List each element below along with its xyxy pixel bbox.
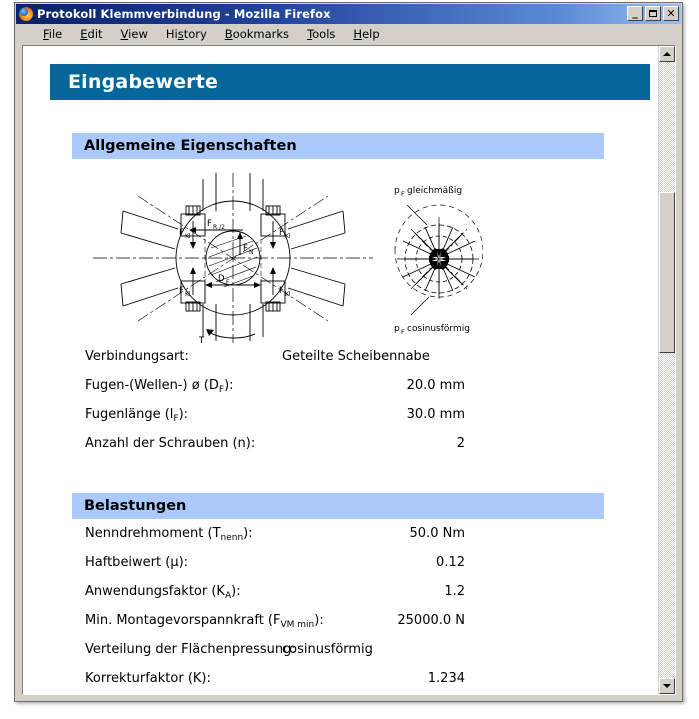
svg-text:p: p bbox=[394, 324, 400, 334]
firefox-window: Protokoll Klemmverbindung - Mozilla Fire… bbox=[14, 2, 683, 702]
allgemeine-eigenschaften-rows: Verbindungsart: Geteilte Scheibennabe Fu… bbox=[85, 349, 505, 465]
svg-text:p: p bbox=[394, 186, 400, 196]
menu-item-bookmarks[interactable]: Bookmarks bbox=[216, 25, 298, 43]
row-label: Verteilung der Flächenpressung: bbox=[85, 642, 296, 657]
menu-item-tools[interactable]: Tools bbox=[298, 25, 344, 43]
svg-text:F: F bbox=[279, 228, 284, 238]
minimize-icon: _ bbox=[632, 6, 638, 19]
section-heading-allgemeine-eigenschaften: Allgemeine Eigenschaften bbox=[72, 133, 604, 159]
menu-item-file[interactable]: File bbox=[34, 25, 71, 43]
svg-text:Kl: Kl bbox=[185, 233, 191, 240]
row-label: Verbindungsart: bbox=[85, 349, 189, 364]
svg-text:D: D bbox=[218, 274, 225, 284]
scroll-down-icon bbox=[663, 684, 671, 688]
row-value: 2 bbox=[456, 436, 465, 451]
browser-client-area: Eingabewerte Allgemeine Eigenschaften F … bbox=[22, 45, 676, 695]
maximize-button[interactable] bbox=[645, 6, 661, 21]
svg-text:F: F bbox=[279, 286, 284, 296]
section-heading-belastungen: Belastungen bbox=[72, 493, 604, 519]
section-heading-label: Allgemeine Eigenschaften bbox=[84, 138, 297, 154]
row-fugen-wellen-durchmesser: Fugen-(Wellen-) ø (DF): 20.0 mm bbox=[85, 378, 505, 407]
svg-text:F: F bbox=[226, 279, 230, 286]
page-title: Eingabewerte bbox=[68, 71, 219, 93]
row-anwendungsfaktor: Anwendungsfaktor (KA): 1.2 bbox=[85, 584, 505, 613]
row-value: Geteilte Scheibennabe bbox=[282, 349, 430, 364]
window-controls: _ ✕ bbox=[627, 6, 679, 21]
row-nenndrehmoment: Nenndrehmoment (Tnenn): 50.0 Nm bbox=[85, 526, 505, 555]
menu-item-view[interactable]: View bbox=[112, 25, 157, 43]
page-viewport: Eingabewerte Allgemeine Eigenschaften F … bbox=[23, 46, 658, 694]
row-fugenlaenge: Fugenlänge (lF): 30.0 mm bbox=[85, 407, 505, 436]
svg-text:F: F bbox=[401, 190, 405, 198]
row-anzahl-schrauben: Anzahl der Schrauben (n): 2 bbox=[85, 436, 505, 465]
scroll-up-icon bbox=[663, 52, 671, 56]
row-korrekturfaktor: Korrekturfaktor (K): 1.234 bbox=[85, 671, 505, 694]
svg-text:R /2: R /2 bbox=[213, 224, 225, 231]
svg-text:gleichmäßig: gleichmäßig bbox=[407, 186, 462, 196]
row-verbindungsart: Verbindungsart: Geteilte Scheibennabe bbox=[85, 349, 505, 378]
page-banner: Eingabewerte bbox=[50, 64, 650, 100]
window-title: Protokoll Klemmverbindung - Mozilla Fire… bbox=[37, 7, 331, 21]
svg-text:Kl: Kl bbox=[285, 233, 291, 240]
row-value: 25000.0 N bbox=[397, 613, 465, 628]
row-value: 1.2 bbox=[444, 584, 465, 599]
menu-item-help[interactable]: Help bbox=[344, 25, 388, 43]
close-button[interactable]: ✕ bbox=[663, 6, 679, 21]
menu-item-edit[interactable]: Edit bbox=[71, 25, 111, 43]
split-hub-clamp-diagram bbox=[93, 173, 373, 343]
row-value: cosinusförmig bbox=[282, 642, 373, 657]
row-value: 1.234 bbox=[427, 671, 465, 686]
row-value: 30.0 mm bbox=[406, 407, 465, 422]
section-heading-label: Belastungen bbox=[84, 498, 187, 514]
svg-text:F: F bbox=[207, 219, 212, 229]
svg-text:Kl: Kl bbox=[285, 291, 291, 298]
svg-text:F: F bbox=[179, 228, 184, 238]
menu-bar: File Edit View History Bookmarks Tools H… bbox=[16, 24, 681, 44]
scroll-down-button[interactable] bbox=[659, 678, 675, 694]
row-verteilung-flaechenpressung: Verteilung der Flächenpressung: cosinusf… bbox=[85, 642, 505, 671]
row-min-montagevorspannkraft: Min. Montagevorspannkraft (FVM min): 250… bbox=[85, 613, 505, 642]
surface-pressure-distribution-diagram bbox=[394, 204, 484, 316]
svg-text:F: F bbox=[243, 244, 248, 254]
technical-figures-svg: F Kl F Kl F Kl F Kl FR /2 FN DF T p F gl… bbox=[93, 173, 484, 346]
svg-text:F: F bbox=[401, 328, 405, 336]
row-value: 20.0 mm bbox=[406, 378, 465, 393]
figure-group: F Kl F Kl F Kl F Kl FR /2 FN DF T p F gl… bbox=[83, 171, 484, 346]
vertical-scrollbar[interactable] bbox=[658, 46, 675, 694]
minimize-button[interactable]: _ bbox=[627, 6, 643, 21]
clamp-diagram-labels: F Kl F Kl F Kl F Kl FR /2 FN DF T bbox=[179, 219, 291, 346]
row-value: 0.12 bbox=[436, 555, 465, 570]
menu-item-history[interactable]: History bbox=[157, 25, 216, 43]
row-haftbeiwert: Haftbeiwert (µ): 0.12 bbox=[85, 555, 505, 584]
scrollbar-thumb[interactable] bbox=[659, 192, 675, 353]
belastungen-rows: Nenndrehmoment (Tnenn): 50.0 Nm Haftbeiw… bbox=[85, 526, 505, 694]
scroll-up-button[interactable] bbox=[659, 46, 675, 62]
svg-text:N: N bbox=[249, 249, 254, 256]
row-value: 50.0 Nm bbox=[409, 526, 465, 541]
firefox-logo-icon bbox=[19, 7, 33, 21]
svg-text:cosinusförmig: cosinusförmig bbox=[407, 324, 470, 334]
svg-text:T: T bbox=[198, 336, 205, 346]
svg-text:F: F bbox=[179, 286, 184, 296]
window-titlebar: Protokoll Klemmverbindung - Mozilla Fire… bbox=[16, 4, 681, 24]
svg-text:Kl: Kl bbox=[185, 291, 191, 298]
close-icon: ✕ bbox=[666, 7, 676, 20]
maximize-icon bbox=[646, 7, 660, 20]
